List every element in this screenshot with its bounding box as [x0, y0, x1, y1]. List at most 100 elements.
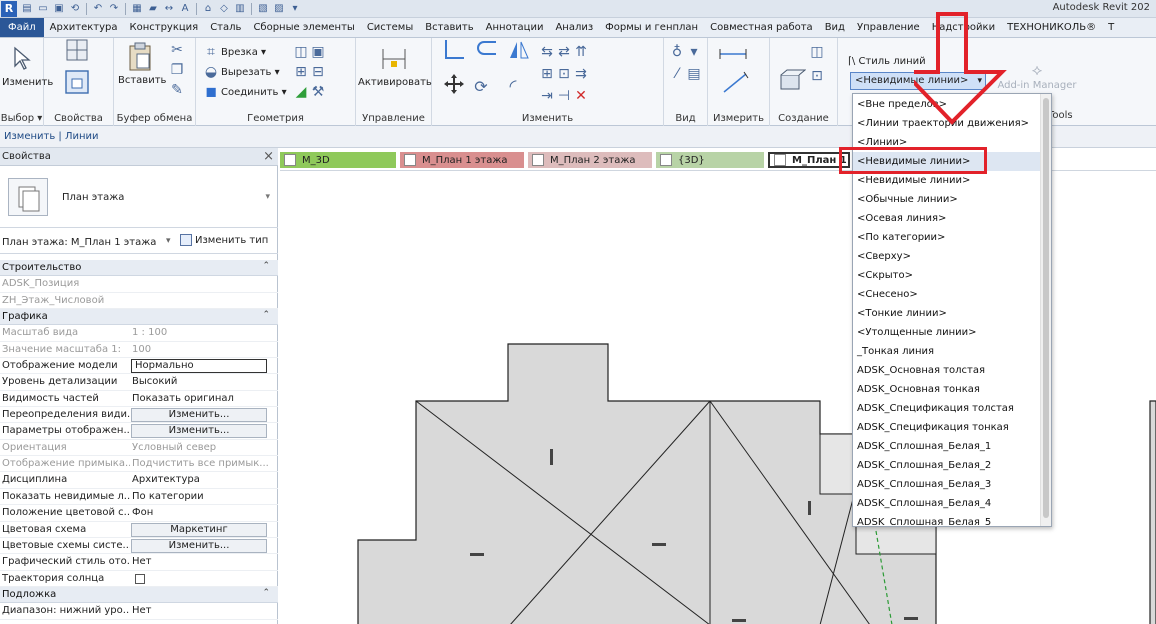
- dropdown-item[interactable]: ADSK_Сплошная_Белая_1: [853, 437, 1041, 456]
- dropdown-item[interactable]: <Сверху>: [853, 247, 1041, 266]
- property-row[interactable]: Дисциплина Архитектура: [0, 472, 278, 489]
- switch-windows-icon[interactable]: ▨: [272, 2, 286, 16]
- offset-icon[interactable]: [474, 41, 503, 58]
- trim-icon[interactable]: ⇥ ⊣ ✕: [540, 88, 591, 104]
- modify-button[interactable]: Изменить: [2, 44, 53, 88]
- tab-systems[interactable]: Системы: [361, 18, 419, 37]
- property-group[interactable]: Подложка ⌃: [0, 586, 278, 604]
- dropdown-item[interactable]: <Утолщенные линии>: [853, 323, 1041, 342]
- align-icon[interactable]: [442, 40, 471, 59]
- chevron-down-icon[interactable]: ▾: [166, 236, 171, 246]
- tab-insert[interactable]: Вставить: [419, 18, 479, 37]
- paste-button[interactable]: Вставить: [118, 42, 166, 86]
- collapse-icon[interactable]: ⌃: [262, 588, 270, 598]
- tab-annotate[interactable]: Аннотации: [480, 18, 550, 37]
- open-icon[interactable]: ▤: [20, 2, 34, 16]
- property-row[interactable]: Графический стиль ото... Нет: [0, 554, 278, 571]
- dropdown-item[interactable]: <Обычные линии>: [853, 190, 1041, 209]
- panel-select-title[interactable]: Выбор ▾: [0, 113, 43, 124]
- copy-array-icon[interactable]: ⇆ ⇄ ⇈: [540, 44, 591, 60]
- copy-icon[interactable]: ❐: [170, 62, 187, 78]
- aligned-dimension-icon[interactable]: ↔: [162, 2, 176, 16]
- property-row[interactable]: Цветовая схема Маркетинг: [0, 522, 278, 538]
- cut-geometry-button[interactable]: ◒ Вырезать ▾: [204, 64, 280, 80]
- save-icon[interactable]: ▣: [52, 2, 66, 16]
- tab-more[interactable]: Т: [1102, 18, 1120, 37]
- dropdown-item[interactable]: <По категории>: [853, 228, 1041, 247]
- scrollbar-thumb[interactable]: [1043, 98, 1049, 518]
- measure-icon[interactable]: ▰: [146, 2, 160, 16]
- override-graphics-icon[interactable]: ⁄ ▤: [670, 66, 704, 82]
- join-button[interactable]: ◼ Соединить ▾: [204, 84, 286, 100]
- match-properties-icon[interactable]: ✎: [170, 82, 187, 98]
- 3d-view-icon[interactable]: ⌂: [201, 2, 215, 16]
- revit-logo-icon[interactable]: R: [1, 0, 17, 17]
- property-row[interactable]: Значение масштаба 1: 100: [0, 342, 278, 359]
- tag-icon[interactable]: A: [178, 2, 192, 16]
- wall-joins-icon[interactable]: ◫ ▣: [294, 44, 328, 60]
- create-parts-icon[interactable]: ◫: [810, 44, 827, 60]
- rotate-icon[interactable]: ⟳: [474, 77, 491, 96]
- dropdown-item[interactable]: ADSK_Основная тонкая: [853, 380, 1041, 399]
- activate-button[interactable]: Активировать: [358, 44, 432, 88]
- property-row[interactable]: Ориентация Условный север: [0, 440, 278, 457]
- open-folder-icon[interactable]: ▭: [36, 2, 50, 16]
- dropdown-item[interactable]: <Скрыто>: [853, 266, 1041, 285]
- view-tab[interactable]: М_План 1: [768, 152, 850, 168]
- property-row[interactable]: Траектория солнца: [0, 571, 278, 587]
- view-tab[interactable]: M_3D: [280, 152, 396, 168]
- cope-button[interactable]: ⌗ Врезка ▾: [204, 44, 266, 60]
- instance-name[interactable]: План этажа: М_План 1 этажа: [2, 237, 156, 248]
- property-row[interactable]: Уровень детализации Высокий: [0, 374, 278, 391]
- chevron-down-icon[interactable]: ▾: [265, 192, 270, 202]
- property-row[interactable]: Цветовые схемы систе... Изменить...: [0, 538, 278, 555]
- view-tab[interactable]: М_План 2 этажа: [528, 152, 652, 168]
- dropdown-item[interactable]: <Тонкие линии>: [853, 304, 1041, 323]
- measure-between-icon[interactable]: [718, 46, 751, 62]
- dropdown-item[interactable]: ADSK_Сплошная_Белая_2: [853, 456, 1041, 475]
- tab-analyze[interactable]: Анализ: [549, 18, 599, 37]
- properties-button[interactable]: [64, 70, 93, 94]
- property-edit-button[interactable]: Изменить...: [131, 408, 267, 423]
- tab-view[interactable]: Вид: [819, 18, 851, 37]
- tab-architecture[interactable]: Архитектура: [44, 18, 124, 37]
- property-row[interactable]: ADSK_Позиция: [0, 276, 278, 293]
- paint-icon[interactable]: ◢ ⚒: [294, 84, 328, 100]
- property-row[interactable]: ZH_Этаж_Числовой: [0, 293, 278, 310]
- dropdown-item[interactable]: ADSK_Спецификация тонкая: [853, 418, 1041, 437]
- scrollbar[interactable]: [1040, 94, 1051, 526]
- property-edit-button[interactable]: Маркетинг: [131, 522, 267, 537]
- undo-icon[interactable]: ↶: [91, 2, 105, 16]
- tab-structure[interactable]: Конструкция: [123, 18, 204, 37]
- tab-technonicol[interactable]: ТЕХНОНИКОЛЬ®: [1001, 18, 1102, 37]
- tab-steel[interactable]: Сталь: [204, 18, 247, 37]
- section-icon[interactable]: ◇: [217, 2, 231, 16]
- dropdown-item[interactable]: ADSK_Основная толстая: [853, 361, 1041, 380]
- tab-file[interactable]: Файл: [0, 18, 44, 37]
- collapse-icon[interactable]: ⌃: [262, 310, 270, 320]
- redo-icon[interactable]: ↷: [107, 2, 121, 16]
- close-hidden-icon[interactable]: ▧: [256, 2, 270, 16]
- property-row[interactable]: Отображение модели Нормально: [0, 358, 278, 375]
- dropdown-item[interactable]: ADSK_Спецификация толстая: [853, 399, 1041, 418]
- dropdown-item[interactable]: ADSK_Сплошная_Белая_5: [853, 513, 1041, 526]
- dropdown-item[interactable]: <Осевая линия>: [853, 209, 1041, 228]
- dropdown-item[interactable]: _Тонкая линия: [853, 342, 1041, 361]
- property-row[interactable]: Отображение примыка... Подчистить все при…: [0, 456, 278, 473]
- property-edit-button[interactable]: Изменить...: [131, 538, 267, 553]
- edit-type-button[interactable]: Изменить тип: [180, 234, 268, 246]
- close-icon[interactable]: ×: [263, 149, 274, 164]
- property-row[interactable]: Диапазон: нижний уро... Нет: [0, 603, 278, 620]
- type-selector[interactable]: План этажа ▾: [0, 166, 278, 228]
- mirror-icon[interactable]: [506, 41, 535, 59]
- collapse-icon[interactable]: ⌃: [262, 261, 270, 271]
- property-row[interactable]: Переопределения види... Изменить...: [0, 407, 278, 424]
- property-row[interactable]: Положение цветовой с... Фон: [0, 505, 278, 522]
- property-group[interactable]: Строительство ⌃: [0, 260, 278, 277]
- dropdown-item[interactable]: ADSK_Сплошная_Белая_3: [853, 475, 1041, 494]
- print-icon[interactable]: ▦: [130, 2, 144, 16]
- view-tab[interactable]: М_План 1 этажа: [400, 152, 524, 168]
- cut-icon[interactable]: ✂: [170, 42, 187, 58]
- dropdown-item[interactable]: ADSK_Сплошная_Белая_4: [853, 494, 1041, 513]
- create-group-icon[interactable]: ⊡: [810, 68, 827, 84]
